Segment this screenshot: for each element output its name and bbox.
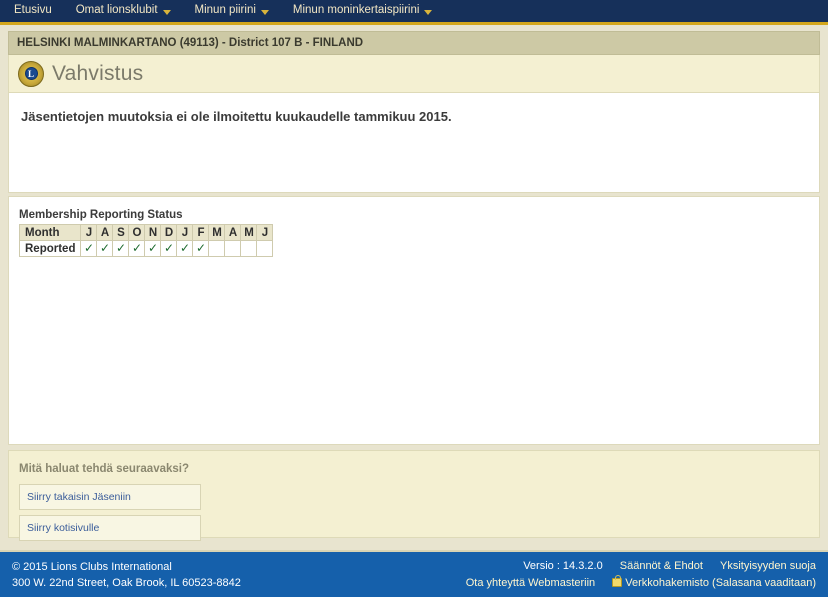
chevron-down-icon	[424, 9, 433, 15]
check-icon: ✓	[99, 241, 111, 255]
footer-terms-link[interactable]: Säännöt & Ehdot	[620, 560, 703, 572]
table-header-cell-month-3: O	[128, 224, 146, 241]
logo-letter: L	[24, 67, 38, 80]
top-navigation-bar: Etusivu Omat lionsklubit Minun piirini M…	[0, 0, 828, 25]
table-cell-reported-1: ✓	[96, 240, 114, 257]
table-cell-reported-6: ✓	[176, 240, 194, 257]
membership-reporting-status-table: Month J A S O N D J F M A M J Reported ✓ ✓ ✓ ✓ ✓ ✓ ✓ ✓	[18, 224, 274, 257]
table-cell-reported-7: ✓	[192, 240, 210, 257]
table-cell-reported-5: ✓	[160, 240, 178, 257]
confirmation-message-panel: Jäsentietojen muutoksia ei ole ilmoitett…	[8, 93, 820, 193]
footer-left: © 2015 Lions Clubs International 300 W. …	[12, 559, 241, 591]
footer-address: 300 W. 22nd Street, Oak Brook, IL 60523-…	[12, 576, 241, 589]
footer-webmaster-link[interactable]: Ota yhteyttä Webmasteriin	[466, 577, 595, 589]
lock-icon	[612, 574, 623, 587]
check-icon: ✓	[147, 241, 159, 255]
club-breadcrumb: HELSINKI MALMINKARTANO (49113) - Distric…	[8, 31, 820, 55]
nav-item-etusivu[interactable]: Etusivu	[10, 5, 64, 17]
table-cell-reported-2: ✓	[112, 240, 130, 257]
next-action-title: Mitä haluat tehdä seuraavaksi?	[19, 463, 190, 475]
nav-item-omat-lionsklubit[interactable]: Omat lionsklubit	[64, 5, 183, 17]
table-header-cell-month-1: A	[96, 224, 114, 241]
table-header-cell-month-7: F	[192, 224, 210, 241]
table-cell-reported-0: ✓	[80, 240, 98, 257]
table-header-cell-month-4: N	[144, 224, 162, 241]
go-back-to-members-button[interactable]: Siirry takaisin Jäseniin	[19, 484, 201, 510]
table-header-cell-month-8: M	[208, 224, 226, 241]
table-cell-reported-4: ✓	[144, 240, 162, 257]
footer-links-row-1: Versio : 14.3.2.0 Säännöt & Ehdot Yksity…	[452, 558, 816, 575]
nav-item-label: Minun moninkertaispiirini	[292, 4, 420, 17]
page-content: HELSINKI MALMINKARTANO (49113) - Distric…	[0, 25, 828, 541]
footer-privacy-link[interactable]: Yksityisyyden suoja	[720, 560, 816, 572]
check-icon: ✓	[131, 241, 143, 255]
check-icon: ✓	[83, 241, 95, 255]
check-icon: ✓	[179, 241, 191, 255]
chevron-down-icon	[260, 9, 269, 15]
nav-item-label: Minun piirini	[194, 4, 256, 17]
table-cell-reported-10	[240, 240, 258, 257]
footer-copyright: © 2015 Lions Clubs International	[12, 560, 172, 573]
table-row: Reported ✓ ✓ ✓ ✓ ✓ ✓ ✓ ✓	[18, 240, 274, 257]
next-action-panel: Mitä haluat tehdä seuraavaksi? Siirry ta…	[8, 450, 820, 541]
footer-directory-link[interactable]: Verkkohakemisto (Salasana vaaditaan)	[612, 574, 816, 589]
table-header-cell-month-5: D	[160, 224, 178, 241]
footer-links-row-2: Ota yhteyttä Webmasteriin Verkkohakemist…	[452, 574, 816, 592]
table-cell-reported-9	[224, 240, 242, 257]
chevron-down-icon	[162, 9, 171, 15]
check-icon: ✓	[163, 241, 175, 255]
confirmation-message: Jäsentietojen muutoksia ei ole ilmoitett…	[21, 109, 452, 124]
footer-right: Versio : 14.3.2.0 Säännöt & Ehdot Yksity…	[452, 558, 816, 592]
check-icon: ✓	[195, 241, 207, 255]
page-footer: © 2015 Lions Clubs International 300 W. …	[0, 550, 828, 597]
footer-version: Versio : 14.3.2.0	[523, 559, 603, 572]
nav-item-label: Omat lionsklubit	[75, 4, 158, 17]
page-title-bar: L Vahvistus	[8, 55, 820, 93]
nav-item-minun-moninkertaispiirini[interactable]: Minun moninkertaispiirini	[281, 5, 445, 17]
table-cell-reported-3: ✓	[128, 240, 146, 257]
table-header-cell-month: Month	[18, 224, 82, 241]
table-cell-reported-8	[208, 240, 226, 257]
footer-directory-label: Verkkohakemisto (Salasana vaaditaan)	[625, 576, 816, 589]
reporting-status-panel: Membership Reporting Status Month J A S O N D J…	[8, 196, 820, 445]
check-icon: ✓	[115, 241, 127, 255]
nav-item-label: Etusivu	[14, 4, 52, 17]
reporting-table-caption: Membership Reporting Status	[19, 209, 183, 221]
page-title: Vahvistus	[52, 61, 144, 85]
table-header-cell-month-9: A	[224, 224, 242, 241]
table-header-cell-month-0: J	[80, 224, 98, 241]
go-to-homepage-button[interactable]: Siirry kotisivulle	[19, 515, 201, 541]
table-header-cell-month-6: J	[176, 224, 194, 241]
nav-item-minun-piirini[interactable]: Minun piirini	[183, 5, 281, 17]
table-header-row: Month J A S O N D J F M A M J	[18, 224, 274, 241]
table-header-cell-month-11: J	[256, 224, 274, 241]
table-cell-reported-label: Reported	[18, 240, 82, 257]
table-cell-reported-11	[256, 240, 274, 257]
table-header-cell-month-10: M	[240, 224, 258, 241]
lions-clubs-logo-icon: L	[18, 60, 44, 87]
table-header-cell-month-2: S	[112, 224, 130, 241]
